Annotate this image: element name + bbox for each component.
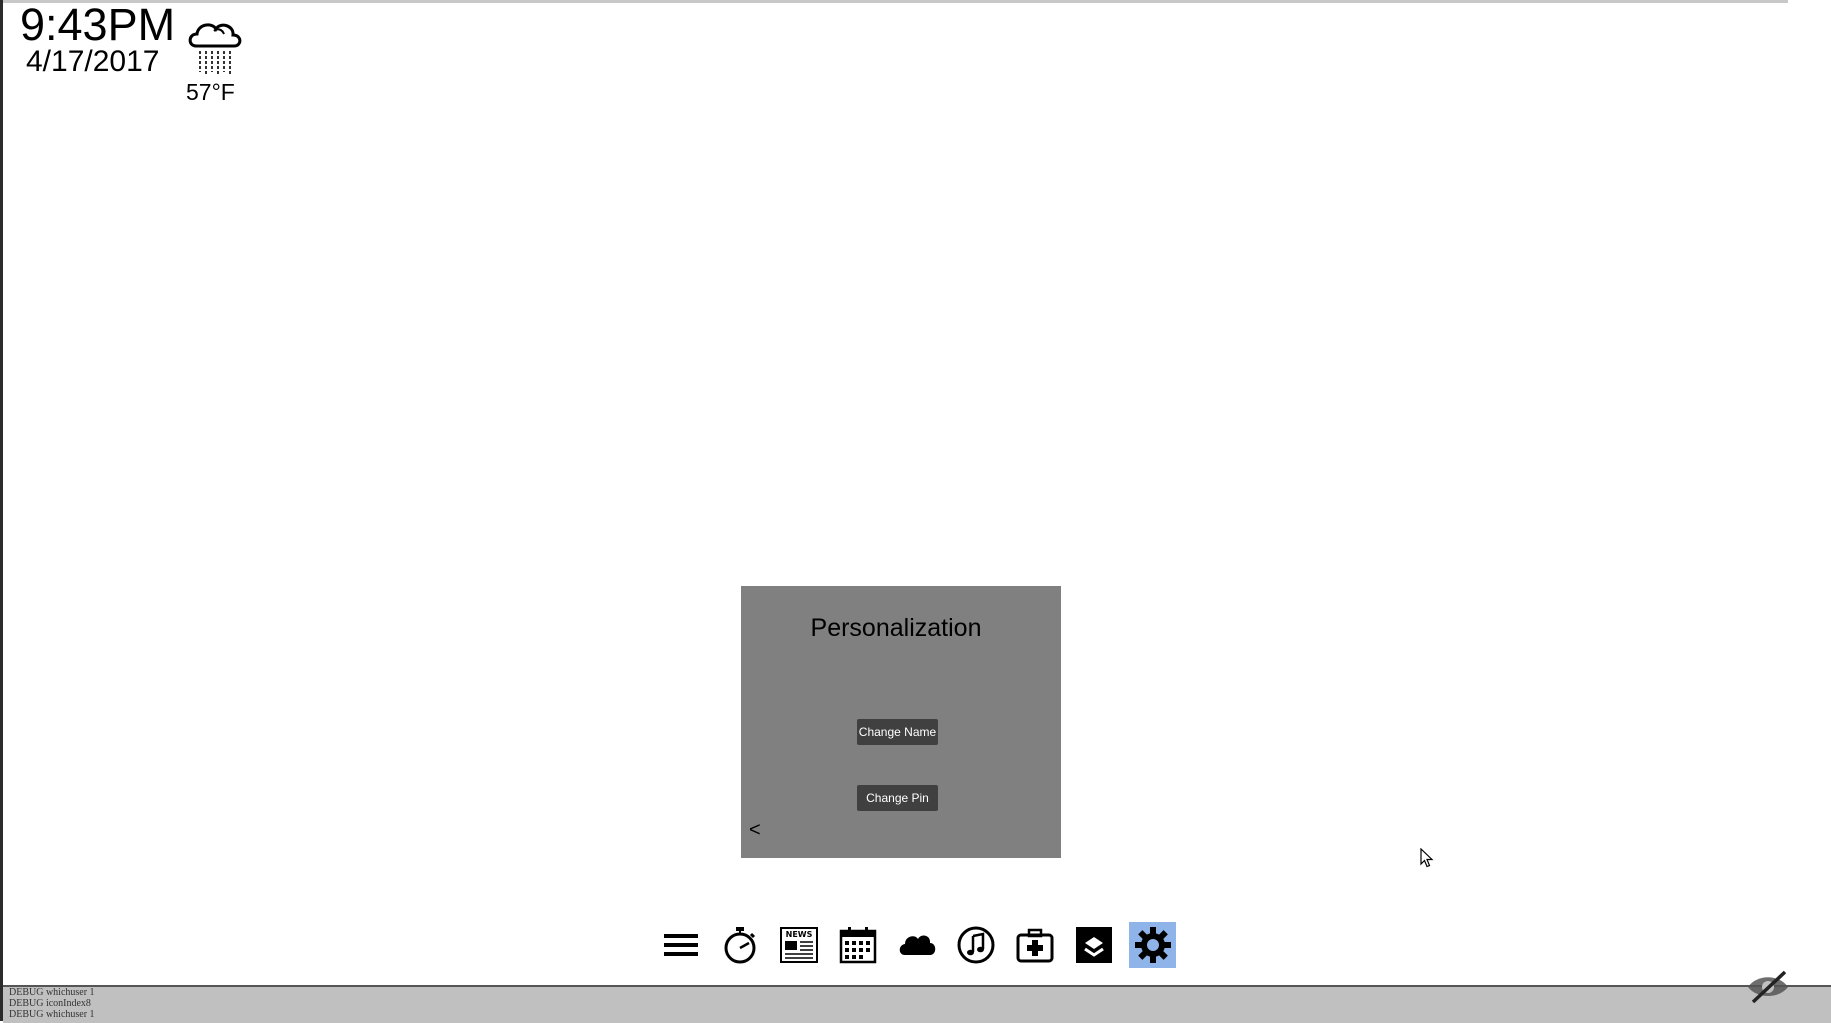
debug-line: DEBUG iconIndex8 [9,998,91,1009]
calendar-button[interactable] [834,922,881,968]
svg-text:NEWS: NEWS [785,930,812,939]
mouse-cursor-icon [1420,848,1434,868]
cloud-icon [899,935,935,955]
music-button[interactable] [952,922,999,968]
debug-line: DEBUG whichuser 1 [9,1009,95,1020]
stopwatch-button[interactable] [716,922,763,968]
weather-button[interactable] [893,922,940,968]
weather-temperature: 57°F [186,79,235,105]
panel-title: Personalization [810,614,982,642]
rain-cloud-icon [188,23,242,74]
menu-button[interactable] [657,922,704,968]
health-button[interactable] [1011,922,1058,968]
clock-date: 4/17/2017 [26,45,160,78]
news-button[interactable]: NEWS [775,922,822,968]
change-pin-button[interactable]: Change Pin [857,785,938,811]
back-button[interactable]: < [749,819,761,841]
news-icon: NEWS [779,927,818,963]
menu-icon [663,934,698,956]
clock-time: 9:43PM [20,0,176,50]
debug-bar: DEBUG whichuser 1 DEBUG iconIndex8 DEBUG… [3,985,1831,1023]
personalization-panel: Personalization Change Name Change Pin < [741,586,1061,858]
layers-box-icon [1075,927,1112,963]
debug-line: DEBUG whichuser 1 [9,987,95,998]
settings-gear-icon [1134,927,1171,963]
top-edge [3,0,1788,3]
change-name-button[interactable]: Change Name [857,719,938,745]
settings-button[interactable] [1129,922,1176,968]
health-kit-icon [1016,928,1053,963]
music-icon [957,926,994,964]
mirror-screen: 9:43PM 4/17/2017 57°F Personalization Ch… [0,0,1831,1023]
calendar-icon [839,927,876,964]
stopwatch-icon [724,927,755,964]
app-dock: NEWS [657,922,1176,968]
debug-output: DEBUG whichuser 1 DEBUG iconIndex8 DEBUG… [9,987,95,1020]
layers-button[interactable] [1070,922,1117,968]
eye-slash-icon[interactable] [1745,966,1791,1006]
